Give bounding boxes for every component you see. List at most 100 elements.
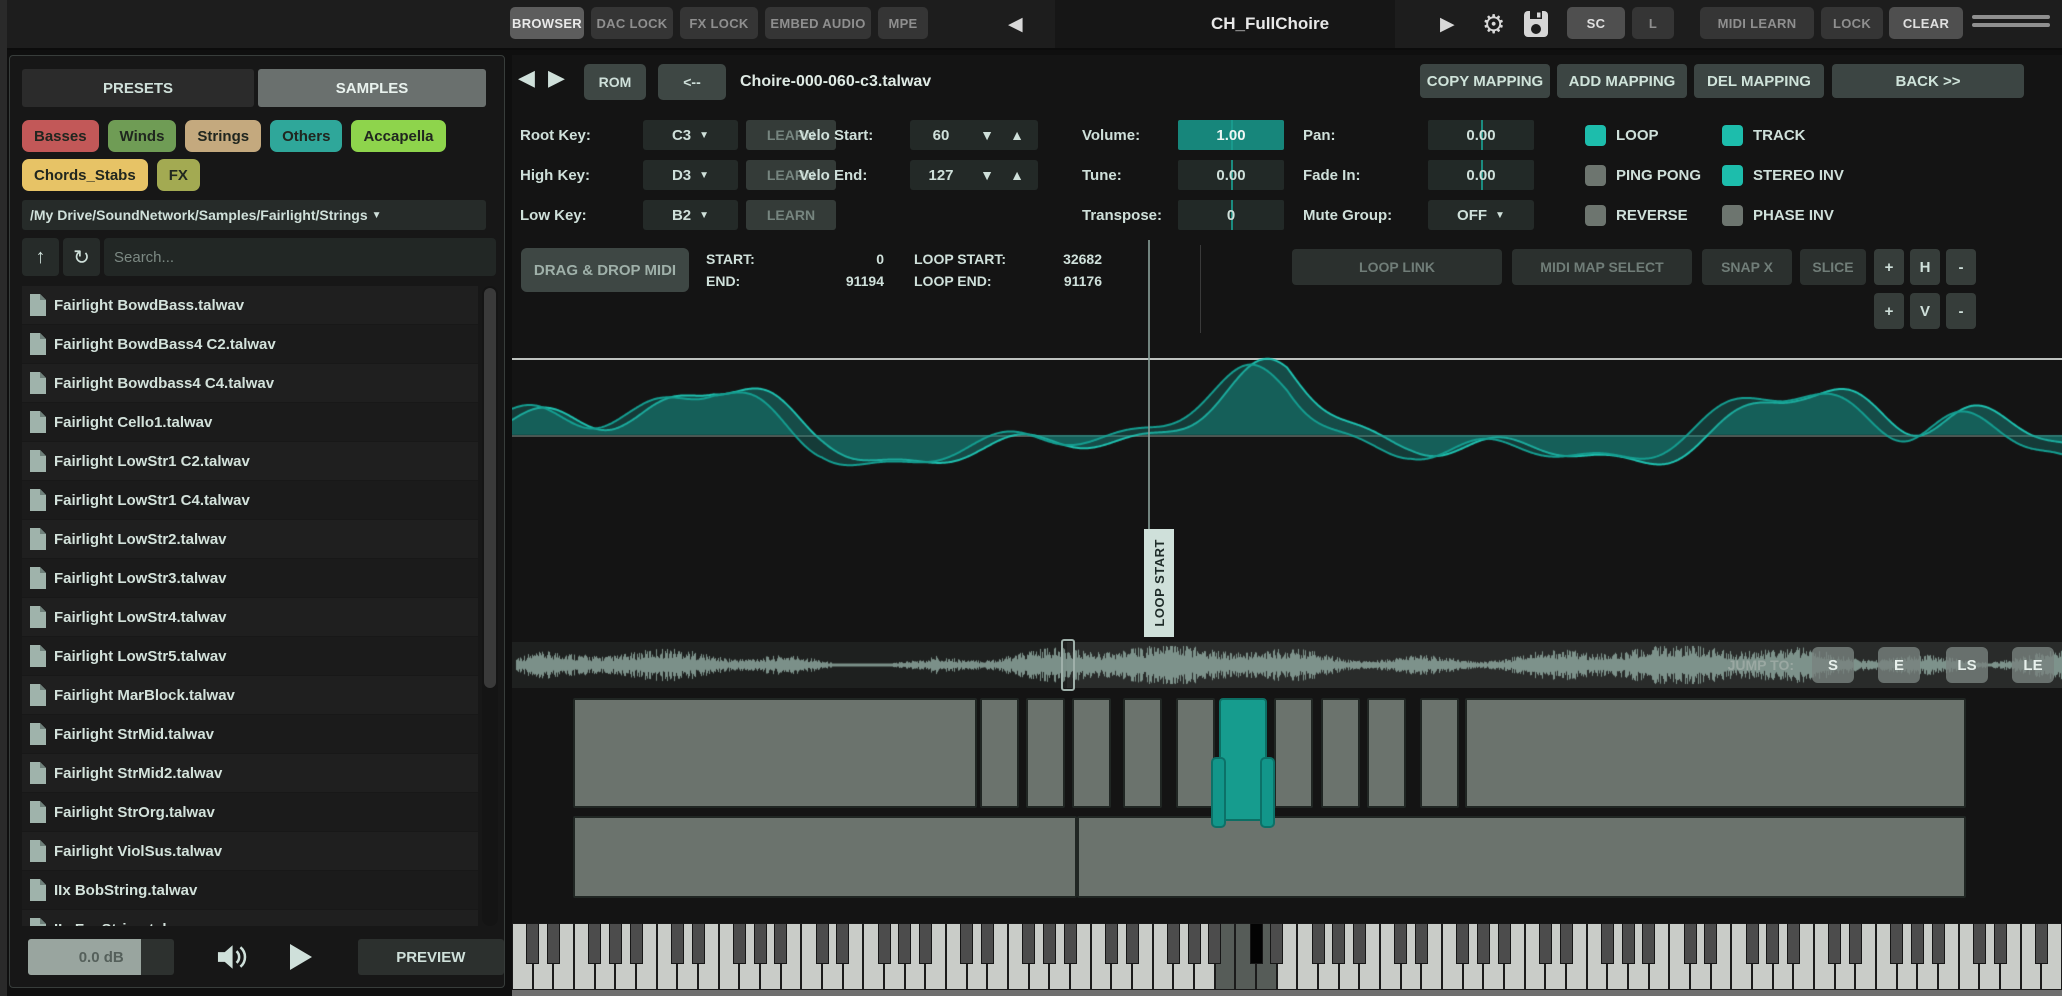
black-key[interactable] xyxy=(918,923,932,964)
jump-start-button[interactable]: S xyxy=(1812,647,1854,683)
black-key[interactable] xyxy=(546,923,560,964)
black-key[interactable] xyxy=(1993,923,2007,964)
preview-gain-slider[interactable]: 0.0 dB xyxy=(28,939,175,975)
pan-slider[interactable]: 0.00 xyxy=(1428,120,1534,150)
black-key[interactable] xyxy=(1311,923,1325,964)
black-key[interactable] xyxy=(1104,923,1118,964)
clear-button[interactable]: CLEAR xyxy=(1889,7,1963,39)
l-button[interactable]: L xyxy=(1632,7,1674,39)
file-row[interactable]: IIx FenString.talwav xyxy=(22,910,478,926)
stepper-up-icon[interactable]: ▲ xyxy=(1002,167,1032,183)
map-zone[interactable] xyxy=(979,698,1019,808)
velo-start-field[interactable]: 60 ▼ ▲ xyxy=(910,120,1038,150)
embed-audio-button[interactable]: EMBED AUDIO xyxy=(765,7,871,39)
dac-lock-button[interactable]: DAC LOCK xyxy=(591,7,673,39)
map-zone[interactable] xyxy=(1321,698,1361,808)
toggle-reverse[interactable]: REVERSE xyxy=(1585,203,1688,227)
gear-icon[interactable]: ⚙ xyxy=(1482,0,1505,48)
category-chip-winds[interactable]: Winds xyxy=(107,120,177,152)
category-chip-others[interactable]: Others xyxy=(270,120,343,152)
file-row[interactable]: Fairlight LowStr3.talwav xyxy=(22,559,478,598)
map-zone[interactable] xyxy=(1123,698,1163,808)
black-key[interactable] xyxy=(1704,923,1718,964)
snap-x-button[interactable]: SNAP X xyxy=(1702,249,1792,285)
black-key[interactable] xyxy=(1414,923,1428,964)
black-key[interactable] xyxy=(960,923,974,964)
midi-learn-button[interactable]: MIDI LEARN xyxy=(1700,7,1814,39)
folder-up-button[interactable]: ↑ xyxy=(22,238,59,276)
sample-next-icon[interactable]: ▶ xyxy=(548,65,565,91)
checkbox-icon[interactable] xyxy=(1585,124,1606,146)
black-key[interactable] xyxy=(1786,923,1800,964)
mpe-button[interactable]: MPE xyxy=(878,7,928,39)
black-key[interactable] xyxy=(1187,923,1201,964)
toggle-stereo-inv[interactable]: STEREO INV xyxy=(1722,163,1844,187)
fade-in-slider[interactable]: 0.00 xyxy=(1428,160,1534,190)
lock-button[interactable]: LOCK xyxy=(1821,7,1883,39)
preview-button[interactable]: PREVIEW xyxy=(357,939,504,975)
file-row[interactable]: Fairlight ViolSus.talwav xyxy=(22,832,478,871)
high-key-dropdown[interactable]: D3 ▼ xyxy=(643,160,738,190)
file-row[interactable]: Fairlight LowStr1 C4.talwav xyxy=(22,481,478,520)
black-key[interactable] xyxy=(1972,923,1986,964)
black-key[interactable] xyxy=(732,923,746,964)
black-key[interactable] xyxy=(1642,923,1656,964)
file-row[interactable]: Fairlight StrMid2.talwav xyxy=(22,754,478,793)
drag-drop-midi-button[interactable]: DRAG & DROP MIDI xyxy=(521,248,689,292)
black-key[interactable] xyxy=(1766,923,1780,964)
stepper-down-icon[interactable]: ▼ xyxy=(972,167,1002,183)
black-key[interactable] xyxy=(774,923,788,964)
sc-button[interactable]: SC xyxy=(1567,7,1625,39)
black-key[interactable] xyxy=(753,923,767,964)
root-key-dropdown[interactable]: C3 ▼ xyxy=(643,120,738,150)
play-preset-icon[interactable]: ▶ xyxy=(1440,0,1455,48)
black-key[interactable] xyxy=(1828,923,1842,964)
black-key[interactable] xyxy=(1600,923,1614,964)
toggle-track[interactable]: TRACK xyxy=(1722,123,1806,147)
black-key[interactable] xyxy=(1249,923,1263,964)
black-key[interactable] xyxy=(1332,923,1346,964)
tab-samples[interactable]: SAMPLES xyxy=(258,69,486,107)
sample-prev-icon[interactable]: ◀ xyxy=(518,65,535,91)
preview-play-icon[interactable] xyxy=(289,944,312,970)
jump-loop-start-button[interactable]: LS xyxy=(1946,647,1988,683)
file-row[interactable]: Fairlight BowdBass.talwav xyxy=(22,286,478,325)
jump-loop-end-button[interactable]: LE xyxy=(2012,647,2054,683)
map-zone[interactable] xyxy=(1367,698,1406,808)
copy-mapping-button[interactable]: COPY MAPPING xyxy=(1420,64,1550,98)
del-mapping-button[interactable]: DEL MAPPING xyxy=(1694,64,1824,98)
black-key[interactable] xyxy=(877,923,891,964)
file-row[interactable]: Fairlight StrMid.talwav xyxy=(22,715,478,754)
checkbox-icon[interactable] xyxy=(1585,204,1606,226)
map-zone[interactable] xyxy=(1071,698,1111,808)
low-key-learn-button[interactable]: LEARN xyxy=(746,200,836,230)
midi-map-select-button[interactable]: MIDI MAP SELECT xyxy=(1512,249,1692,285)
toggle-ping-pong[interactable]: PING PONG xyxy=(1585,163,1701,187)
browser-button[interactable]: BROWSER xyxy=(510,7,584,39)
main-waveform[interactable] xyxy=(512,310,2062,560)
volume-slider[interactable]: 1.00 xyxy=(1178,120,1284,150)
low-key-dropdown[interactable]: B2 ▼ xyxy=(643,200,738,230)
mute-group-dropdown[interactable]: OFF ▼ xyxy=(1428,200,1534,230)
map-zone[interactable] xyxy=(1025,698,1065,808)
file-list-scrollbar[interactable] xyxy=(482,286,498,926)
transpose-slider[interactable]: 0 xyxy=(1178,200,1284,230)
black-key[interactable] xyxy=(588,923,602,964)
category-chip-basses[interactable]: Basses xyxy=(22,120,99,152)
zone-handle-right[interactable] xyxy=(1259,757,1275,828)
black-key[interactable] xyxy=(1456,923,1470,964)
black-key[interactable] xyxy=(1208,923,1222,964)
checkbox-icon[interactable] xyxy=(1585,164,1606,186)
toggle-phase-inv[interactable]: PHASE INV xyxy=(1722,203,1834,227)
black-key[interactable] xyxy=(2034,923,2048,964)
black-key[interactable] xyxy=(670,923,684,964)
zoom-h-in-button[interactable]: + xyxy=(1874,249,1904,285)
file-row[interactable]: Fairlight StrOrg.talwav xyxy=(22,793,478,832)
black-key[interactable] xyxy=(1890,923,1904,964)
black-key[interactable] xyxy=(629,923,643,964)
checkbox-icon[interactable] xyxy=(1722,204,1743,226)
scrollbar-thumb[interactable] xyxy=(484,288,496,688)
black-key[interactable] xyxy=(1270,923,1284,964)
black-key[interactable] xyxy=(815,923,829,964)
map-zone[interactable] xyxy=(1419,698,1459,808)
